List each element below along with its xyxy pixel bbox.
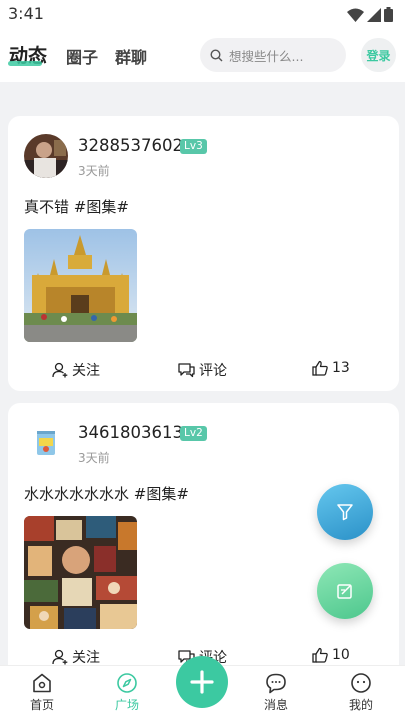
like-button[interactable]: 13: [312, 360, 350, 376]
compose-button[interactable]: [317, 563, 373, 619]
publish-button[interactable]: [176, 656, 228, 708]
bottom-navigation: 首页 广场 消息 我的: [0, 656, 405, 720]
search-icon: [210, 48, 223, 61]
level-badge: Lv2: [180, 426, 207, 441]
thumbs-up-icon: [312, 647, 328, 663]
wifi-icon: [347, 8, 364, 22]
username[interactable]: 3288537602: [78, 136, 183, 155]
nav-messages[interactable]: 消息: [246, 672, 306, 713]
compass-icon: [117, 673, 137, 693]
like-button[interactable]: 10: [312, 647, 350, 663]
add-user-icon: [52, 649, 68, 665]
like-count: 13: [332, 360, 350, 376]
avatar[interactable]: [24, 134, 68, 178]
follow-label: 关注: [72, 650, 100, 665]
follow-label: 关注: [72, 363, 100, 379]
nav-square-label: 广场: [114, 698, 139, 712]
nav-home-label: 首页: [29, 698, 54, 712]
level-badge: Lv3: [180, 139, 207, 154]
post-card[interactable]: 3288537602 Lv3 3天前 真不错 #图集# 关注 评论 13: [8, 116, 399, 391]
post-content[interactable]: 真不错 #图集#: [24, 196, 129, 217]
avatar[interactable]: [24, 421, 68, 465]
battery-icon: [384, 7, 393, 22]
status-icons: [347, 7, 393, 22]
status-bar: 3:41: [0, 0, 405, 28]
chat-icon: [266, 673, 286, 694]
filter-button[interactable]: [317, 484, 373, 540]
post-content[interactable]: 水水水水水水水 #图集#: [24, 483, 189, 504]
search-placeholder: 想搜些什么...: [229, 48, 304, 64]
comment-button[interactable]: 评论: [178, 360, 227, 380]
thumbs-up-icon: [312, 360, 328, 376]
home-icon: [33, 673, 51, 693]
nav-profile-label: 我的: [348, 698, 373, 712]
post-image[interactable]: [24, 229, 137, 342]
username[interactable]: 3461803613: [78, 423, 183, 442]
tab-circles[interactable]: 圈子: [66, 44, 98, 68]
nav-square[interactable]: 广场: [97, 672, 157, 713]
top-header: 动态 圈子 群聊 想搜些什么... 登录: [0, 28, 405, 82]
nav-profile[interactable]: 我的: [331, 672, 391, 713]
signal-icon: [367, 7, 381, 22]
active-tab-indicator: [8, 61, 42, 66]
profile-icon: [351, 673, 371, 693]
post-image[interactable]: [24, 516, 137, 629]
like-count: 10: [332, 647, 350, 663]
post-time: 3天前: [78, 451, 110, 465]
login-button[interactable]: 登录: [361, 38, 396, 72]
post-time: 3天前: [78, 164, 110, 178]
follow-button[interactable]: 关注: [52, 647, 100, 665]
tab-group-chat[interactable]: 群聊: [115, 44, 147, 68]
status-time: 3:41: [8, 4, 44, 23]
filter-icon: [337, 504, 353, 521]
plus-icon: [190, 670, 214, 694]
search-input[interactable]: 想搜些什么...: [200, 38, 346, 72]
comment-icon: [178, 363, 195, 378]
edit-icon: [337, 584, 352, 599]
add-user-icon: [52, 362, 68, 378]
comment-label: 评论: [199, 363, 227, 379]
nav-home[interactable]: 首页: [12, 672, 72, 713]
follow-button[interactable]: 关注: [52, 360, 100, 380]
nav-messages-label: 消息: [263, 698, 288, 712]
